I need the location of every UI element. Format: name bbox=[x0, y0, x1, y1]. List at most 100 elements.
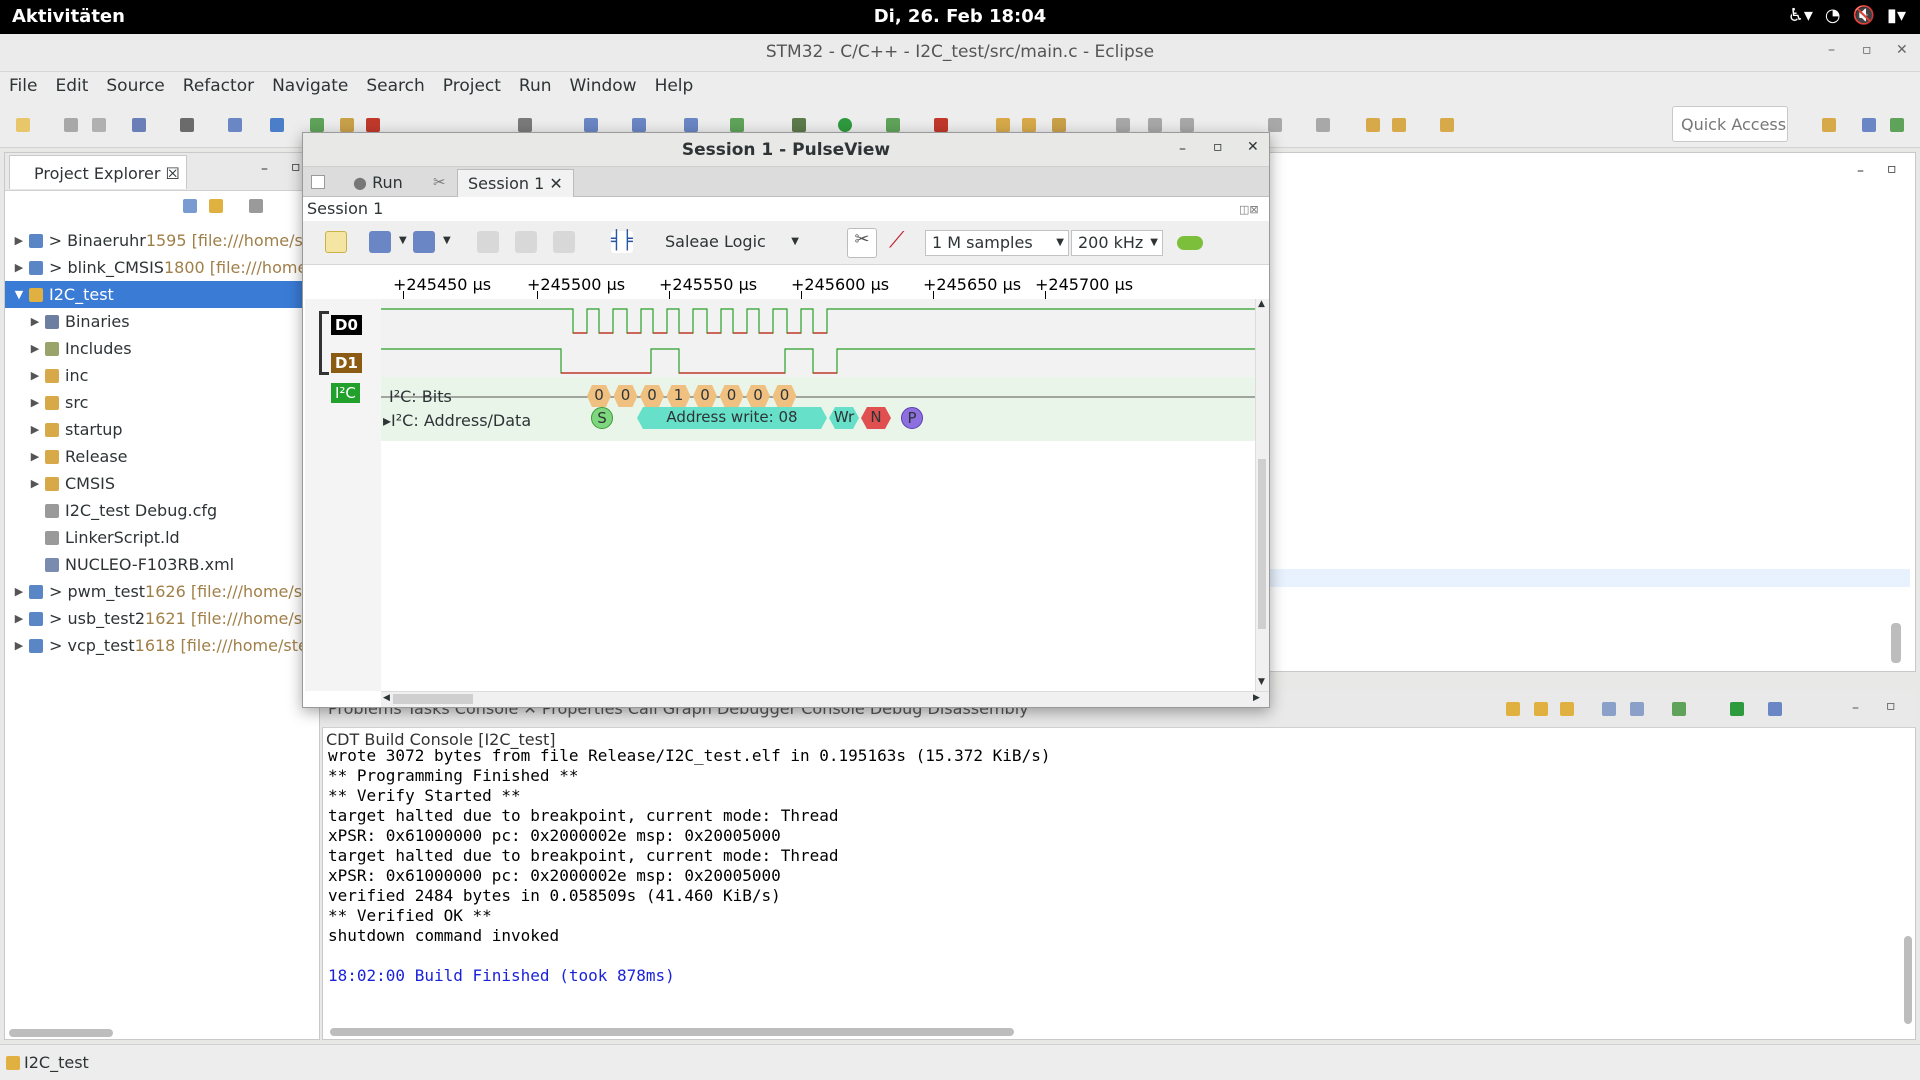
new-console-icon[interactable] bbox=[1768, 702, 1782, 716]
bit-annotation[interactable]: 0 bbox=[587, 385, 611, 407]
probe-config-icon[interactable]: ⟋ bbox=[889, 230, 911, 253]
trace-area[interactable]: I²C: Bits ▸I²C: Address/Data 00010000 S … bbox=[381, 299, 1257, 689]
run-config-icon[interactable] bbox=[886, 118, 900, 132]
time-ruler[interactable]: +245450 µs +245500 µs +245550 µs +245600 µs… bbox=[381, 265, 1267, 299]
open-file-icon[interactable] bbox=[369, 231, 391, 253]
collapsed-arrow-icon[interactable]: ▶ bbox=[25, 369, 45, 382]
device-config-icon[interactable]: ✂ bbox=[847, 228, 877, 258]
bit-annotation[interactable]: 0 bbox=[719, 385, 744, 407]
scroll-down-icon[interactable]: ▼ bbox=[1258, 677, 1265, 687]
tree-item[interactable]: ▶ Binaries bbox=[5, 308, 319, 335]
save-dropdown-icon[interactable]: ▼ bbox=[443, 235, 451, 246]
save-all-icon[interactable] bbox=[92, 118, 106, 132]
open-folder-icon[interactable] bbox=[996, 118, 1010, 132]
start-annotation[interactable]: S bbox=[591, 407, 613, 429]
close-button[interactable]: ✕ bbox=[1896, 42, 1908, 58]
open-project-icon[interactable] bbox=[1022, 118, 1036, 132]
horizontal-scrollbar[interactable] bbox=[9, 1029, 113, 1037]
new-class-icon[interactable] bbox=[584, 118, 598, 132]
collapsed-arrow-icon[interactable]: ▶ bbox=[9, 612, 29, 625]
samplerate-select[interactable]: 200 kHz ▼ bbox=[1071, 230, 1163, 256]
open-dropdown-icon[interactable]: ▼ bbox=[399, 235, 407, 246]
build-config-icon[interactable] bbox=[132, 118, 146, 132]
collapsed-arrow-icon[interactable]: ▶ bbox=[25, 477, 45, 490]
menu-source[interactable]: Source bbox=[97, 76, 173, 96]
perspective-open-icon[interactable] bbox=[1822, 118, 1836, 132]
search-icon[interactable] bbox=[1052, 118, 1066, 132]
tree-item[interactable]: ▶ Includes bbox=[5, 335, 319, 362]
pv-close-button[interactable]: ✕ bbox=[1247, 139, 1259, 155]
external-tools-icon[interactable] bbox=[934, 118, 948, 132]
minimize-button[interactable]: – bbox=[1828, 42, 1835, 58]
minimize-editor-icon[interactable]: – bbox=[1857, 163, 1864, 179]
cpp-perspective-icon[interactable] bbox=[1862, 118, 1876, 132]
tree-item[interactable]: ▼ I2C_test bbox=[5, 281, 319, 308]
zoom-fit-icon[interactable] bbox=[553, 231, 575, 253]
refresh-icon[interactable] bbox=[730, 118, 744, 132]
tree-item[interactable]: ▶ > Binaeruhr 1595 [file:///home/ste bbox=[5, 227, 319, 254]
scroll-right-icon[interactable]: ▶ bbox=[1253, 693, 1260, 703]
clock[interactable]: Di, 26. Feb 18:04 bbox=[0, 6, 1920, 27]
project-explorer-tab[interactable]: Project Explorer ☒ bbox=[9, 155, 187, 189]
quick-access-input[interactable]: Quick Access bbox=[1672, 106, 1788, 142]
debug-icon[interactable] bbox=[792, 118, 806, 132]
menu-project[interactable]: Project bbox=[434, 76, 510, 96]
suspend-icon[interactable] bbox=[340, 118, 354, 132]
console-h-scrollbar[interactable] bbox=[330, 1028, 1014, 1036]
next-edit-icon[interactable] bbox=[1316, 118, 1330, 132]
tree-item[interactable]: ▶ > blink_CMSIS 1800 [file:///home bbox=[5, 254, 319, 281]
annotation-icon[interactable] bbox=[1116, 118, 1130, 132]
dock-float-icon[interactable]: ◫⊠ bbox=[1239, 203, 1259, 216]
tree-item[interactable]: ▶ > usb_test2 1621 [file:///home/ste bbox=[5, 605, 319, 632]
collapsed-arrow-icon[interactable]: ▶ bbox=[25, 315, 45, 328]
annotation-prev-icon[interactable] bbox=[1180, 118, 1194, 132]
new-icon[interactable] bbox=[16, 118, 30, 132]
editor-area[interactable]: – ▫ bbox=[1268, 152, 1916, 672]
channel-d0-label[interactable]: D0 bbox=[331, 315, 362, 335]
tree-item[interactable]: NUCLEO-F103RB.xml bbox=[5, 551, 319, 578]
bit-annotation[interactable]: 1 bbox=[666, 385, 691, 407]
menu-help[interactable]: Help bbox=[646, 76, 703, 96]
scroll-lock-icon[interactable] bbox=[1506, 702, 1520, 716]
maximize-view-icon[interactable]: ▫ bbox=[291, 159, 301, 175]
collapsed-arrow-icon[interactable]: ▶ bbox=[25, 450, 45, 463]
menu-refactor[interactable]: Refactor bbox=[174, 76, 263, 96]
pv-maximize-button[interactable]: ▫ bbox=[1213, 139, 1223, 155]
console-v-scrollbar[interactable] bbox=[1904, 936, 1912, 1024]
new-file-icon[interactable] bbox=[684, 118, 698, 132]
settings-tab-icon[interactable]: ✂ bbox=[433, 173, 446, 191]
save-icon[interactable] bbox=[64, 118, 78, 132]
menu-search[interactable]: Search bbox=[357, 76, 433, 96]
menu-file[interactable]: File bbox=[0, 76, 46, 96]
menu-navigate[interactable]: Navigate bbox=[263, 76, 357, 96]
pv-minimize-button[interactable]: – bbox=[1179, 141, 1186, 157]
collapsed-arrow-icon[interactable]: ▶ bbox=[9, 585, 29, 598]
pin-console-icon[interactable] bbox=[1630, 702, 1644, 716]
debug-perspective-icon[interactable] bbox=[1890, 118, 1904, 132]
maximize-button[interactable]: ▫ bbox=[1862, 42, 1872, 58]
minimize-console-icon[interactable]: – bbox=[1852, 700, 1859, 716]
back-arrow-icon[interactable] bbox=[1392, 118, 1406, 132]
collapsed-arrow-icon[interactable]: ▶ bbox=[25, 423, 45, 436]
cursor-icon[interactable]: ╡╞ bbox=[611, 231, 633, 253]
stop-annotation[interactable]: P bbox=[901, 407, 923, 429]
tree-item[interactable]: I2C_test Debug.cfg bbox=[5, 497, 319, 524]
row-address-label[interactable]: ▸I²C: Address/Data bbox=[383, 411, 531, 430]
pin-icon[interactable] bbox=[1268, 118, 1282, 132]
display-console-icon[interactable] bbox=[1730, 702, 1744, 716]
tree-item[interactable]: ▶ src bbox=[5, 389, 319, 416]
forward-arrow-icon[interactable] bbox=[1440, 118, 1454, 132]
editor-scrollbar[interactable] bbox=[1891, 623, 1901, 663]
bit-annotation[interactable]: 0 bbox=[746, 385, 770, 407]
save-file-icon[interactable] bbox=[413, 231, 435, 253]
maximize-console-icon[interactable]: ▫ bbox=[1886, 698, 1896, 714]
bit-annotation[interactable]: 0 bbox=[640, 385, 664, 407]
collapse-all-icon[interactable] bbox=[183, 199, 197, 213]
expand-row-icon[interactable]: ▸ bbox=[383, 411, 391, 430]
decoder-i2c-label[interactable]: I²C bbox=[331, 383, 360, 403]
debug-config-icon[interactable] bbox=[228, 118, 242, 132]
bit-annotation[interactable]: 0 bbox=[772, 385, 797, 407]
word-wrap-icon[interactable] bbox=[1560, 702, 1574, 716]
expanded-arrow-icon[interactable]: ▼ bbox=[9, 288, 29, 301]
collapsed-arrow-icon[interactable]: ▶ bbox=[25, 342, 45, 355]
